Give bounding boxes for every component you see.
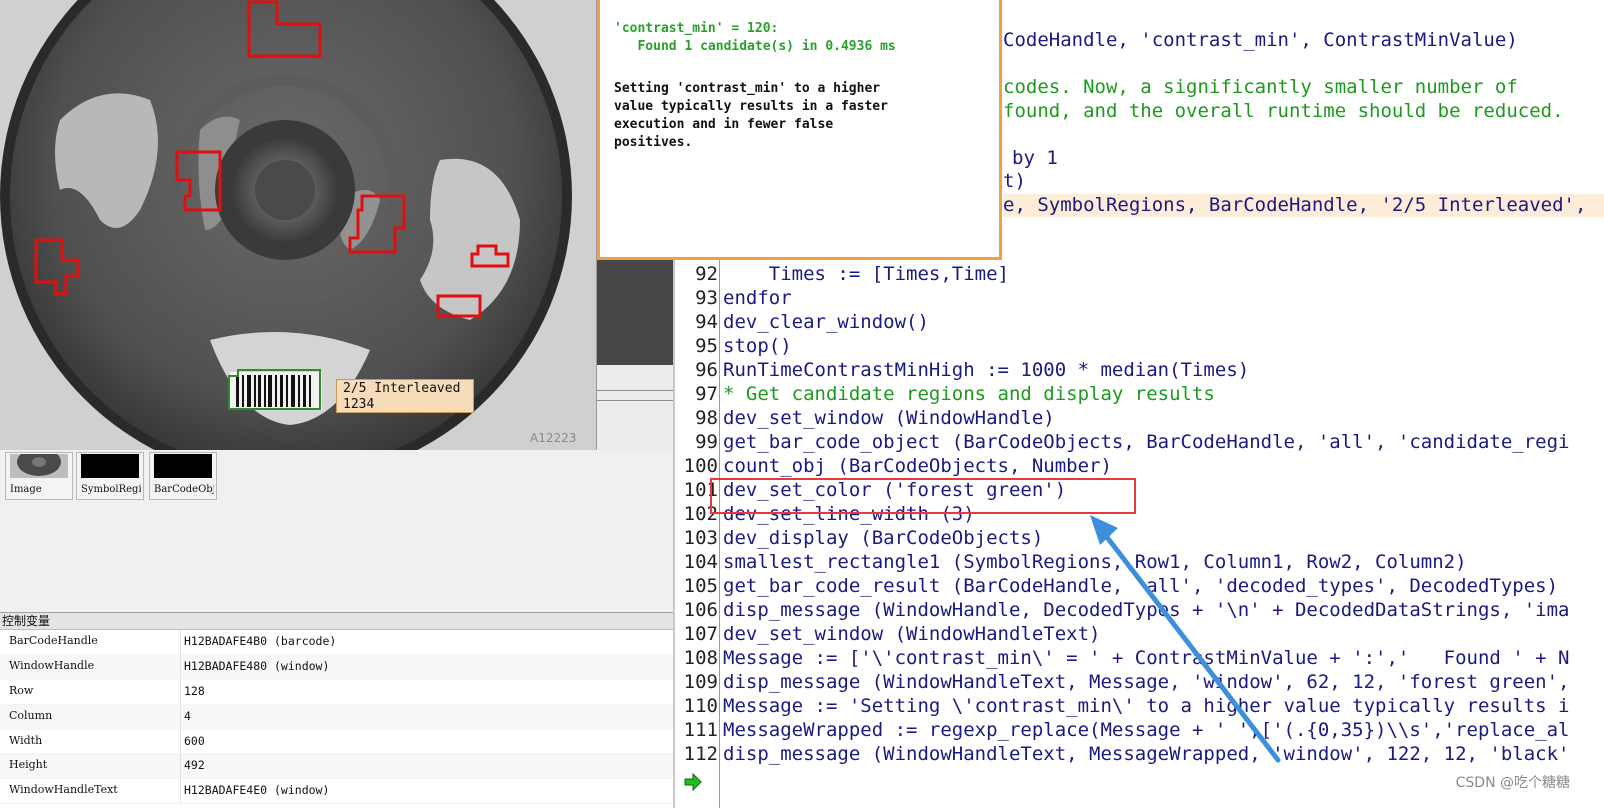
code-line[interactable]: dev_set_window (WindowHandleText) [723, 622, 1101, 646]
thumb-barcodeobjects[interactable]: BarCodeObj [149, 452, 217, 500]
code-line[interactable]: Times := [Times,Time] [723, 262, 1009, 286]
variable-row[interactable]: WindowHandleText H12BADAFE4E0 (window) [0, 779, 673, 805]
variable-value: 128 [184, 683, 205, 698]
variable-row[interactable]: Width 600 [0, 729, 673, 755]
popup-line1: 'contrast_min' = 120: [614, 21, 779, 36]
variable-value: H12BADAFE480 (window) [184, 658, 330, 673]
code-line-partial[interactable]: found, and the overall runtime should be… [1003, 99, 1564, 123]
line-number: 112 [683, 743, 718, 765]
line-number: 106 [683, 599, 718, 621]
code-line[interactable]: dev_set_window (WindowHandle) [723, 406, 1055, 430]
variable-row[interactable]: Row 128 [0, 679, 673, 705]
code-line-partial[interactable]: t) [1003, 169, 1026, 193]
code-line[interactable]: dev_clear_window() [723, 310, 929, 334]
popup-line2: Found 1 candidate(s) in 0.4936 ms [614, 39, 896, 54]
code-line[interactable]: endfor [723, 286, 792, 310]
variable-name: BarCodeHandle [9, 634, 98, 647]
program-counter-icon [684, 773, 702, 791]
code-line[interactable]: get_bar_code_object (BarCodeObjects, Bar… [723, 430, 1569, 454]
code-line-partial[interactable]: codes. Now, a significantly smaller numb… [1003, 75, 1518, 99]
control-variables-table: BarCodeHandle H12BADAFE4B0 (barcode) Win… [0, 630, 673, 805]
line-number: 111 [683, 719, 718, 741]
code-line-partial[interactable]: CodeHandle, 'contrast_min', ContrastMinV… [1003, 28, 1518, 52]
variable-value: 600 [184, 733, 205, 748]
line-number: 92 [695, 263, 718, 285]
variable-row[interactable]: BarCodeHandle H12BADAFE4B0 (barcode) [0, 630, 673, 655]
line-number: 96 [695, 359, 718, 381]
line-number: 105 [683, 575, 718, 597]
thumb-caption: SymbolRegi [81, 484, 141, 495]
variable-name: Column [9, 708, 53, 722]
popup-contrast-line: 'contrast_min' = 120: Found 1 candidate(… [614, 20, 896, 56]
code-line-partial[interactable]: e, SymbolRegions, BarCodeHandle, '2/5 In… [1003, 193, 1586, 217]
part-image: A12223 [0, 0, 596, 450]
variable-name: WindowHandle [9, 658, 95, 672]
line-number: 97 [695, 383, 718, 405]
line-number: 100 [683, 455, 718, 477]
variable-row[interactable]: Column 4 [0, 704, 673, 730]
code-line[interactable]: count_obj (BarCodeObjects, Number) [723, 454, 1112, 478]
code-line[interactable]: MessageWrapped := regexp_replace(Message… [723, 718, 1569, 742]
variable-value: H12BADAFE4B0 (barcode) [184, 634, 337, 648]
control-variables-header: 控制变量 [0, 612, 673, 630]
variable-value: 492 [184, 758, 205, 773]
line-number: 93 [695, 287, 718, 309]
thumb-image[interactable]: Image [5, 448, 73, 500]
line-number: 104 [683, 551, 718, 573]
variable-value: 4 [184, 708, 191, 723]
iconic-variables-panel: Image SymbolRegi BarCodeObj [0, 448, 673, 612]
highlight-box-annotation [710, 478, 1136, 514]
barcode-result-label: 2/5 Interleaved 1234 [336, 379, 474, 413]
line-number: 107 [683, 623, 718, 645]
line-number: 108 [683, 647, 718, 669]
thumb-caption: Image [10, 484, 42, 495]
code-line[interactable]: dev_display (BarCodeObjects) [723, 526, 1043, 550]
code-line[interactable]: stop() [723, 334, 792, 358]
divider-line [597, 390, 673, 391]
thumb-caption: BarCodeObj [154, 484, 214, 495]
thumb-symbolregions-preview [81, 454, 139, 478]
line-number: 103 [683, 527, 718, 549]
variable-name: Width [9, 733, 43, 747]
code-line[interactable]: disp_message (WindowHandle, DecodedTypes… [723, 598, 1569, 622]
watermark: CSDN @吃个糖糖 [1455, 775, 1570, 791]
thumb-symbolregions[interactable]: SymbolRegi [76, 452, 144, 500]
message-window: 'contrast_min' = 120: Found 1 candidate(… [597, 0, 1002, 260]
line-number: 99 [695, 431, 718, 453]
barcode [228, 369, 322, 410]
popup-body: Setting 'contrast_min' to a higher value… [614, 81, 888, 150]
thumb-barcodeobjects-preview [154, 454, 212, 478]
line-number: 98 [695, 407, 718, 429]
code-line-comment[interactable]: * Get candidate regions and display resu… [723, 382, 1215, 406]
code-line[interactable]: smallest_rectangle1 (SymbolRegions, Row1… [723, 550, 1467, 574]
code-line-partial[interactable]: by 1 [1012, 146, 1058, 170]
variable-row[interactable]: WindowHandle H12BADAFE480 (window) [0, 654, 673, 680]
code-line[interactable]: disp_message (WindowHandleText, Message,… [723, 670, 1569, 694]
control-variables-title: 控制变量 [2, 614, 51, 628]
thumb-image-preview [10, 448, 68, 478]
code-line[interactable]: Message := ['\'contrast_min\' = ' + Cont… [723, 646, 1569, 670]
panel-divider-area [597, 365, 673, 450]
variable-name: WindowHandleText [9, 783, 118, 797]
code-line[interactable]: Message := 'Setting \'contrast_min\' to … [723, 694, 1569, 718]
code-line[interactable]: get_bar_code_result (BarCodeHandle, 'all… [723, 574, 1558, 598]
line-number: 109 [683, 671, 718, 693]
svg-text:A12223: A12223 [530, 431, 576, 445]
variable-value: H12BADAFE4E0 (window) [184, 783, 330, 798]
line-number: 110 [683, 695, 718, 717]
code-line[interactable]: RunTimeContrastMinHigh := 1000 * median(… [723, 358, 1249, 382]
code-line[interactable]: disp_message (WindowHandleText, MessageW… [723, 742, 1569, 766]
variable-name: Height [9, 758, 48, 772]
image-viewer[interactable]: A12223 2/5 Interleaved 1234 [0, 0, 597, 451]
barcode-value-text: 1234 [343, 397, 375, 412]
barcode-type-text: 2/5 Interleaved [343, 381, 461, 396]
line-number: 95 [695, 335, 718, 357]
line-number: 94 [695, 311, 718, 333]
divider-line [597, 400, 673, 401]
variable-row[interactable]: Height 492 [0, 754, 673, 780]
variable-name: Row [9, 683, 34, 697]
